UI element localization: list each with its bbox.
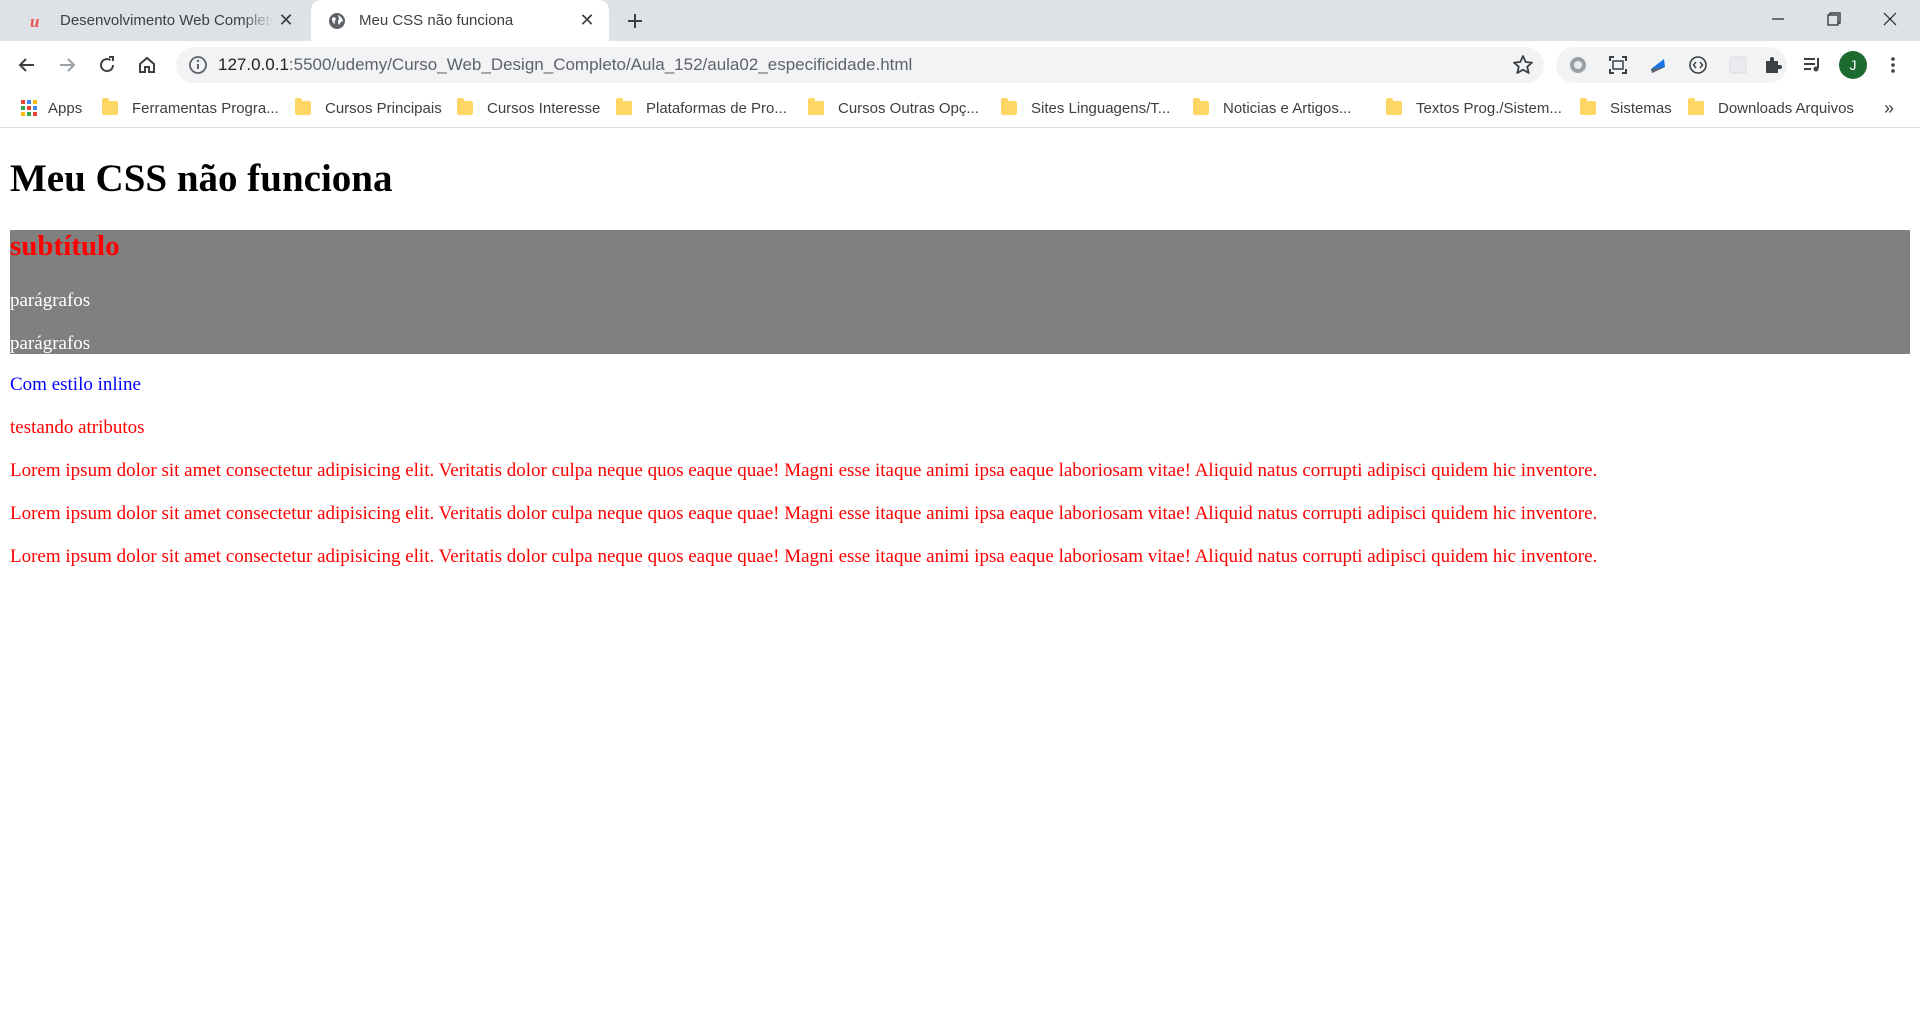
bookmark-label: Noticias e Artigos... [1223,99,1352,117]
close-icon[interactable]: ✕ [575,9,599,33]
arrow-right-icon [60,58,76,72]
avatar[interactable]: J [1839,51,1867,79]
svg-text:u: u [30,12,39,30]
udemy-icon: u [28,11,48,31]
home-button[interactable] [133,51,161,79]
box-paragraph: parágrafos [10,290,91,311]
inline-style-paragraph: Com estilo inline [10,374,141,395]
bookmark-folder[interactable]: Cursos Outras Opç... [808,97,979,119]
bookmark-folder[interactable]: Downloads Arquivos [1688,97,1854,119]
bookmark-label: Cursos Principais [325,99,442,117]
bookmark-folder[interactable]: Noticias e Artigos... [1193,97,1351,119]
bookmark-label: Sites Linguagens/T... [1031,99,1171,117]
bookmarks-bar: Apps Ferramentas Progra... Cursos Princi… [0,88,1920,128]
reload-button[interactable] [93,51,121,79]
bookmark-label: Downloads Arquivos [1718,99,1854,117]
extension-gear-icon[interactable] [1567,54,1589,76]
restore-icon [1827,12,1841,26]
close-window-button[interactable] [1862,0,1918,38]
code-extension-icon[interactable] [1687,54,1709,76]
lorem-paragraph: Lorem ipsum dolor sit amet consectetur a… [10,503,1598,524]
bookmarks-overflow-button[interactable]: » [1884,97,1894,119]
box-paragraph: parágrafos [10,333,91,354]
menu-dots-icon[interactable] [1879,51,1907,79]
bookmark-label: Textos Prog./Sistem... [1416,99,1562,117]
tab-meu-css[interactable]: Meu CSS não funciona ✕ [311,0,609,41]
url-text[interactable]: 127.0.0.1:5500/udemy/Curso_Web_Design_Co… [218,47,912,83]
globe-icon [327,11,347,31]
plus-icon [628,14,642,28]
bookmark-label: Cursos Interesse [487,99,601,117]
apps-grid-icon [21,100,37,116]
bookmark-folder[interactable]: Cursos Principais [295,97,442,119]
subtitle: subtítulo [10,230,120,262]
bookmark-folder[interactable]: Plataformas de Pro... [616,97,787,119]
new-tab-button[interactable] [622,8,648,34]
folder-icon [616,98,632,115]
folder-icon [1688,98,1704,115]
folder-icon [457,98,473,115]
extension-placeholder-icon[interactable] [1727,54,1749,76]
arrow-left-icon [18,58,34,72]
bookmark-label: Sistemas [1610,99,1672,117]
extensions-group [1556,47,1787,83]
bookmark-folder[interactable]: Cursos Interesse [457,97,600,119]
tab-title: Desenvolvimento Web Completo [60,12,274,29]
home-icon [139,56,155,73]
info-icon[interactable] [188,55,208,75]
lorem-paragraph: Lorem ipsum dolor sit amet consectetur a… [10,546,1598,567]
folder-icon [1580,98,1596,115]
back-button[interactable] [13,51,41,79]
bookmark-label: Plataformas de Pro... [646,99,787,117]
folder-icon [295,98,311,115]
bookmark-label: Cursos Outras Opç... [838,99,979,117]
minimize-button[interactable] [1750,0,1806,38]
bookmark-folder[interactable]: Ferramentas Progra... [102,97,279,119]
folder-icon [808,98,824,115]
restore-button[interactable] [1806,0,1862,38]
screenshot-icon[interactable] [1607,54,1629,76]
bookmark-label: Ferramentas Progra... [132,99,279,117]
gray-section: subtítulo parágrafos parágrafos [10,230,1910,354]
bookmark-label: Apps [48,99,83,117]
bookmark-folder[interactable]: Sistemas [1580,97,1672,119]
bookmark-apps[interactable]: Apps [20,97,82,119]
page-content: Meu CSS não funciona subtítulo parágrafo… [0,128,1920,1030]
bookmark-folder[interactable]: Sites Linguagens/T... [1001,97,1170,119]
folder-icon [1001,98,1017,115]
attributes-paragraph: testando atributos [10,417,145,438]
folder-icon [102,98,118,115]
browser-toolbar: 127.0.0.1:5500/udemy/Curso_Web_Design_Co… [0,41,1920,88]
media-control-icon[interactable] [1798,51,1826,79]
extension-blue-icon[interactable] [1647,54,1669,76]
minimize-icon [1772,18,1784,20]
tab-title: Meu CSS não funciona [359,12,514,29]
lorem-paragraph: Lorem ipsum dolor sit amet consectetur a… [10,460,1598,481]
url-host: 127.0.0.1 [218,55,289,74]
bookmark-folder[interactable]: Textos Prog./Sistem... [1386,97,1562,119]
forward-button[interactable] [53,51,81,79]
page-title: Meu CSS não funciona [10,157,393,200]
tab-desenvolvimento[interactable]: u Desenvolvimento Web Completo ✕ [12,0,308,41]
star-icon[interactable] [1512,54,1534,76]
url-path: :5500/udemy/Curso_Web_Design_Completo/Au… [288,55,913,74]
puzzle-icon[interactable] [1762,54,1784,76]
folder-icon [1386,98,1402,115]
folder-icon [1193,98,1209,115]
tab-strip: u Desenvolvimento Web Completo ✕ Meu CSS… [0,0,1920,41]
close-icon[interactable]: ✕ [274,9,298,33]
close-icon [1883,12,1897,26]
reload-icon [100,56,115,73]
address-bar[interactable]: 127.0.0.1:5500/udemy/Curso_Web_Design_Co… [176,47,1544,83]
